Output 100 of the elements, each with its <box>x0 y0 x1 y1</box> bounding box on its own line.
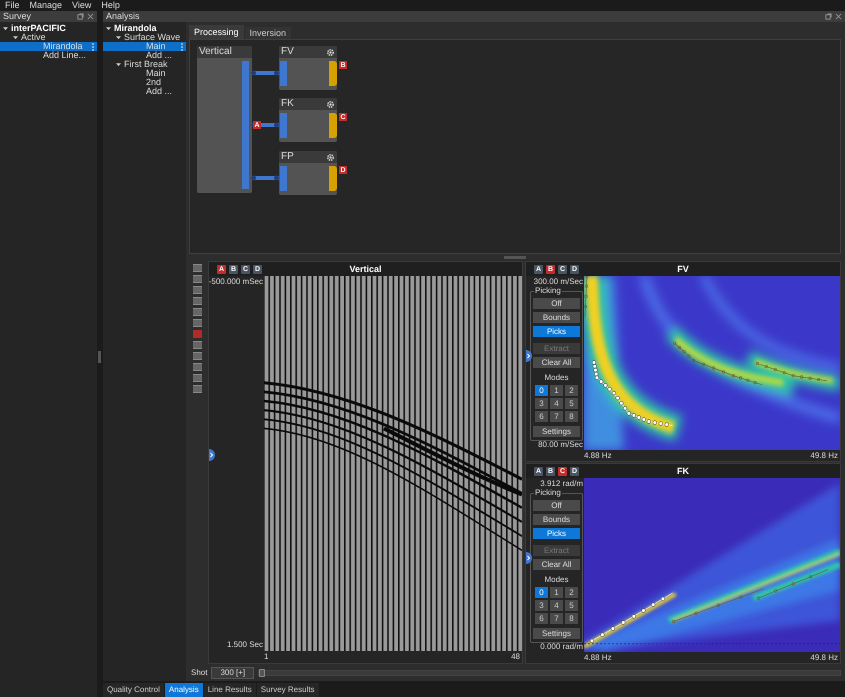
menu-item[interactable]: View <box>72 1 92 10</box>
mode-button[interactable]: 1 <box>550 587 563 598</box>
node-title: Vertical <box>197 46 252 58</box>
tree-item[interactable]: Mirandola <box>103 24 186 33</box>
mode-button[interactable]: 8 <box>565 411 578 422</box>
mode-button[interactable]: 1 <box>550 385 563 396</box>
output-port-bar <box>329 113 337 138</box>
mode-button[interactable]: 5 <box>565 398 578 409</box>
picking-mode-button[interactable]: Off <box>533 500 580 511</box>
bottom-tab[interactable]: Quality Control <box>103 683 164 697</box>
panel-title: FV <box>677 264 689 274</box>
expanded-triangle-icon[interactable] <box>106 26 111 31</box>
input-port-bar <box>280 166 287 191</box>
tree-item[interactable]: interPACIFIC <box>0 24 97 33</box>
shot-slider[interactable] <box>258 670 841 676</box>
tree-item[interactable]: Active <box>0 33 97 42</box>
tree-item[interactable]: Add ... <box>103 51 186 60</box>
process-node[interactable]: FV <box>279 46 337 90</box>
splitter-grip[interactable] <box>504 256 526 259</box>
gear-icon[interactable] <box>326 100 335 108</box>
tree-item[interactable]: Add ... <box>103 87 186 96</box>
splitter-grip[interactable] <box>98 351 101 363</box>
tree-item[interactable]: Mirandola <box>0 42 97 51</box>
panel-title: Analysis <box>106 12 141 21</box>
menu-item[interactable]: Manage <box>30 1 62 10</box>
mode-button[interactable]: 6 <box>535 613 548 624</box>
field-label: Shot <box>191 669 208 677</box>
restore-icon[interactable] <box>77 13 84 20</box>
mode-button[interactable]: 7 <box>550 411 563 422</box>
expanded-triangle-icon[interactable] <box>13 35 18 40</box>
axis-label: -500.000 mSec <box>208 278 263 286</box>
tree-item[interactable]: First Break <box>103 60 186 69</box>
axis-label: 1.500 Sec <box>226 641 263 649</box>
axis-label: 49.8 Hz <box>810 654 838 662</box>
panel-toggle-icon[interactable] <box>526 350 532 362</box>
close-icon[interactable] <box>835 13 842 20</box>
tab[interactable]: Inversion <box>244 27 292 39</box>
tree-item[interactable]: Main <box>103 69 186 78</box>
expanded-triangle-icon[interactable] <box>3 26 8 31</box>
mode-button[interactable]: 2 <box>565 385 578 396</box>
expanded-triangle-icon[interactable] <box>116 62 121 67</box>
picking-mode-button[interactable]: Picks <box>533 528 580 539</box>
node-title: FP <box>281 152 295 162</box>
menu-item[interactable]: Help <box>101 1 120 10</box>
tree-item[interactable]: Add Line... <box>0 51 97 60</box>
tree-item[interactable]: Main <box>103 42 186 51</box>
settings-button[interactable]: Settings <box>533 426 580 437</box>
picking-mode-button[interactable]: Picks <box>533 326 580 337</box>
source-node[interactable]: Vertical <box>197 46 252 193</box>
tree-item[interactable]: Surface Wave <box>103 33 186 42</box>
menu-item[interactable]: File <box>5 1 20 10</box>
drag-handle-icon[interactable] <box>92 42 94 50</box>
panel-title: Vertical <box>349 264 382 274</box>
gear-icon[interactable] <box>326 152 335 162</box>
mode-button[interactable]: 3 <box>535 398 548 409</box>
clear-all-button[interactable]: Clear All <box>533 357 580 368</box>
mode-button[interactable]: 8 <box>565 613 578 624</box>
picking-mode-button[interactable]: Bounds <box>533 312 580 323</box>
process-node[interactable]: FP <box>279 151 337 195</box>
settings-button[interactable]: Settings <box>533 628 580 639</box>
input-port-bar <box>280 113 287 138</box>
panel-toggle-icon[interactable] <box>526 552 532 564</box>
mode-button[interactable]: 0 <box>535 587 548 598</box>
bottom-tab[interactable]: Survey Results <box>256 683 319 697</box>
mode-button[interactable]: 4 <box>550 600 563 611</box>
panel-toggle-icon[interactable] <box>209 449 215 461</box>
bottom-tab[interactable]: Line Results <box>204 683 256 697</box>
output-port-bar <box>329 166 337 191</box>
node-title: FV <box>281 47 295 57</box>
mode-button[interactable]: 0 <box>535 385 548 396</box>
bottom-tab[interactable]: Analysis <box>164 683 203 697</box>
picking-mode-button[interactable]: Bounds <box>533 514 580 525</box>
tree-item[interactable]: 2nd <box>103 78 186 87</box>
slider-thumb[interactable] <box>259 669 266 677</box>
mode-button[interactable]: 3 <box>535 600 548 611</box>
mode-button[interactable]: 6 <box>535 411 548 422</box>
axis-label: 3.912 rad/m <box>540 480 583 488</box>
clear-all-button[interactable]: Clear All <box>533 559 580 570</box>
expanded-triangle-icon[interactable] <box>116 35 121 40</box>
mode-button[interactable]: 2 <box>565 587 578 598</box>
mode-button[interactable]: 7 <box>550 613 563 624</box>
axis-label: 80.00 m/Sec <box>538 441 583 449</box>
drag-handle-icon[interactable] <box>181 42 183 50</box>
close-icon[interactable] <box>87 13 94 20</box>
panel-title: FK <box>677 466 689 476</box>
output-port-bar <box>329 61 337 86</box>
tab[interactable]: Processing <box>189 25 244 39</box>
group-label: Modes <box>543 374 570 382</box>
mode-button[interactable]: 4 <box>550 398 563 409</box>
restore-icon[interactable] <box>825 13 832 20</box>
group-label: Picking <box>534 489 562 497</box>
process-node[interactable]: FK <box>279 98 337 142</box>
mode-button[interactable]: 5 <box>565 600 578 611</box>
gear-icon[interactable] <box>326 48 335 56</box>
axis-label: 1 <box>264 653 268 661</box>
panel-title: Survey <box>3 12 32 21</box>
axis-label: 4.88 Hz <box>584 452 612 460</box>
shot-button[interactable]: 300 [+] <box>211 667 254 679</box>
group-label: Modes <box>543 576 570 584</box>
picking-mode-button[interactable]: Off <box>533 298 580 309</box>
